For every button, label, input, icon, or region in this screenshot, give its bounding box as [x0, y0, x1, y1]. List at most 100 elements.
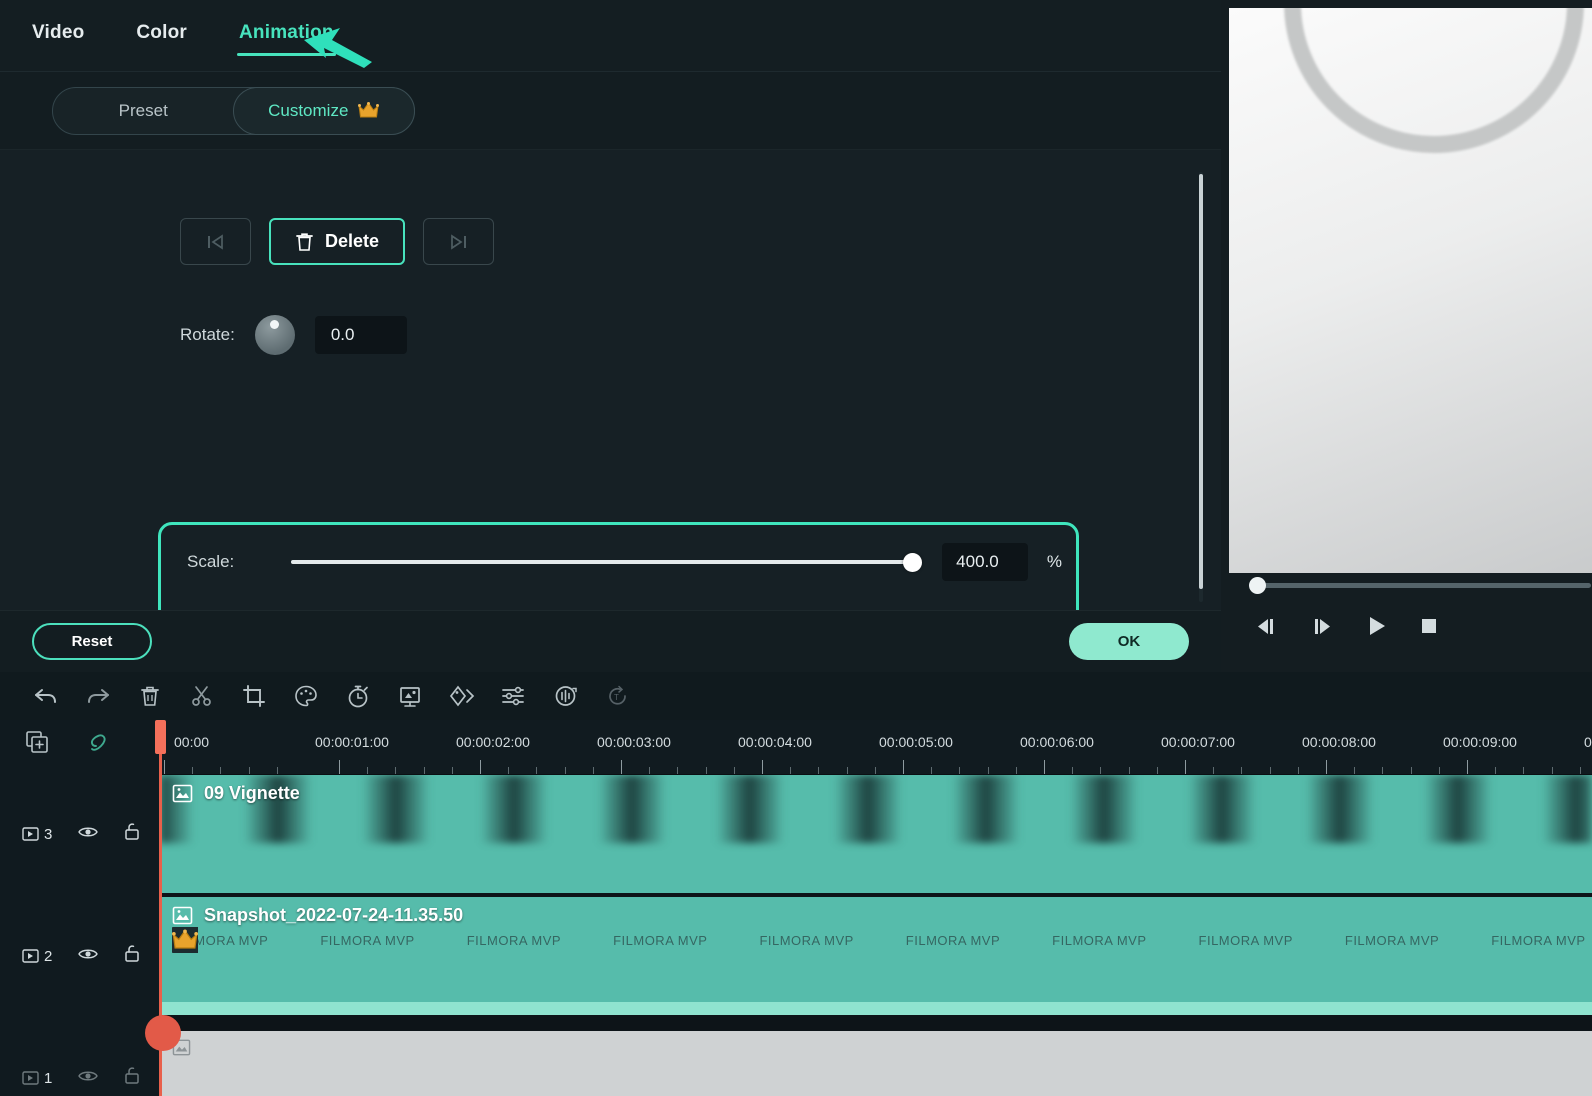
scissors-icon — [192, 686, 211, 706]
ruler-minor-tick — [959, 767, 961, 774]
playhead[interactable] — [145, 720, 181, 1096]
scale-slider-handle[interactable] — [902, 552, 922, 572]
playhead-handle[interactable] — [155, 720, 166, 754]
next-keyframe-button[interactable] — [423, 218, 495, 265]
ruler-minor-tick — [1579, 767, 1581, 774]
track-3-visibility-toggle[interactable] — [78, 825, 99, 844]
image-icon — [172, 906, 193, 925]
ok-label: OK — [1117, 633, 1141, 650]
rotate-knob[interactable] — [254, 315, 295, 355]
ruler-minor-tick — [192, 767, 194, 774]
video-track-icon — [22, 827, 39, 841]
clip-track-1[interactable] — [160, 1031, 1592, 1096]
timeline-ruler[interactable]: 00:00 00:00:01:00 00:00:02:00 00:00:03:00 00… — [160, 720, 1592, 775]
svg-text:T: T — [614, 693, 619, 702]
video-track-icon — [22, 949, 39, 963]
undo-button[interactable] — [30, 680, 62, 712]
crown-icon — [172, 927, 198, 953]
mask-button[interactable] — [446, 680, 478, 712]
green-screen-button[interactable] — [394, 680, 426, 712]
track-2-lock-toggle[interactable] — [124, 944, 141, 968]
ruler-time-label: 00:00:07:00 — [1161, 734, 1235, 750]
next-frame-button[interactable] — [1311, 617, 1334, 636]
play-button[interactable] — [1367, 615, 1387, 637]
ruler-minor-tick — [1551, 767, 1553, 774]
ruler-minor-tick — [1128, 767, 1130, 774]
clip-snapshot[interactable]: Snapshot_2022-07-24-11.35.50 FILMORA MVP… — [160, 897, 1592, 1002]
redo-icon — [88, 689, 109, 703]
redo-button[interactable] — [82, 680, 114, 712]
ruler-minor-tick — [1015, 767, 1017, 774]
clip-vignette[interactable]: 09 Vignette — [160, 775, 1592, 893]
preset-customize-toggle[interactable]: Preset Customize — [52, 86, 415, 135]
tab-color[interactable]: Color — [136, 22, 187, 49]
clip-vignette-title: 09 Vignette — [204, 783, 300, 803]
tab-video[interactable]: Video — [32, 22, 84, 49]
adjust-button[interactable] — [498, 680, 530, 712]
previous-keyframe-button[interactable] — [180, 218, 251, 265]
crop-button[interactable] — [238, 680, 270, 712]
rotate-value-input[interactable]: 0.0 — [314, 316, 407, 354]
split-button[interactable] — [186, 680, 218, 712]
ruler-major-tick — [480, 760, 481, 774]
stop-button[interactable] — [1420, 617, 1438, 635]
segment-customize[interactable]: Customize — [232, 86, 415, 135]
scale-value-input[interactable]: 400.0 — [942, 543, 1028, 581]
track-3-number-label: 3 — [44, 825, 53, 843]
speed-button[interactable] — [342, 680, 374, 712]
track-3: 3 09 Vignette — [0, 775, 1592, 893]
sliders-icon — [502, 686, 524, 706]
audio-detach-button[interactable] — [550, 680, 582, 712]
ruler-time-label: 00:00:01:00 — [315, 734, 389, 750]
skip-previous-icon — [207, 233, 223, 250]
stop-icon — [1422, 619, 1436, 633]
watermark-text: FILMORA MVP — [320, 933, 415, 948]
ok-button[interactable]: OK — [1069, 623, 1189, 660]
unlock-icon — [125, 1067, 140, 1084]
preview-viewport[interactable] — [1229, 8, 1592, 573]
scale-row: Scale: 400.0 % — [187, 543, 1062, 581]
ruler-time-label: 00:00 — [1584, 734, 1592, 750]
keyframe-button[interactable]: T — [602, 680, 634, 712]
ruler-minor-tick — [536, 767, 538, 774]
preview-seek-handle[interactable] — [1249, 577, 1266, 594]
watermark-text: FILMORA MVP — [1344, 933, 1440, 948]
track-1-visibility-toggle[interactable] — [78, 1069, 99, 1088]
reset-button[interactable]: Reset — [32, 623, 152, 660]
clip-snapshot-title: Snapshot_2022-07-24-11.35.50 — [204, 905, 464, 925]
track-2: 2 Snapshot_2022-07-24-11.35.50 FILMORA M… — [0, 897, 1592, 1015]
panel-scrollbar-thumb[interactable] — [1199, 174, 1203, 589]
ruler-minor-tick — [564, 767, 566, 774]
ruler-minor-tick — [818, 767, 820, 774]
segment-preset[interactable]: Preset — [53, 88, 234, 134]
play-icon — [1370, 617, 1385, 635]
step-forward-icon — [1315, 618, 1330, 634]
ruler-minor-tick — [846, 767, 848, 774]
add-media-button[interactable] — [22, 726, 54, 758]
ruler-major-tick — [1467, 760, 1468, 774]
track-1-lock-toggle[interactable] — [124, 1066, 141, 1090]
animation-properties-body: Delete Rotate: 0.0 Scale: 400.0 % — [0, 150, 1221, 617]
scale-slider[interactable] — [290, 552, 922, 572]
tab-color-label: Color — [136, 22, 187, 43]
ruler-time-label: 00:00:05:00 — [879, 734, 953, 750]
previous-frame-button[interactable] — [1255, 617, 1278, 636]
watermark-text: FILMORA MVP — [1198, 933, 1293, 948]
track-1-number-label: 1 — [44, 1069, 53, 1087]
watermark-text: FILMORA MVP — [1052, 933, 1147, 948]
preview-seek-bar[interactable] — [1255, 583, 1591, 588]
link-unlink-button[interactable] — [84, 726, 116, 758]
pointer-arrow-annotation-icon — [304, 28, 372, 68]
preset-customize-row: Preset Customize — [0, 72, 1221, 150]
editor-tabbar: Video Color Animation — [0, 0, 1221, 72]
keyframe-rotate-icon: T — [609, 685, 626, 705]
watermark-text: FILMORA MVP — [1491, 933, 1586, 948]
eye-icon — [78, 949, 99, 958]
track-2-visibility-toggle[interactable] — [78, 947, 99, 966]
track-3-lock-toggle[interactable] — [124, 822, 141, 846]
ruler-minor-tick — [1213, 767, 1215, 774]
ruler-minor-tick — [1241, 767, 1243, 774]
color-button[interactable] — [290, 680, 322, 712]
delete-keyframe-button[interactable]: Delete — [269, 218, 406, 265]
delete-button[interactable] — [134, 680, 166, 712]
